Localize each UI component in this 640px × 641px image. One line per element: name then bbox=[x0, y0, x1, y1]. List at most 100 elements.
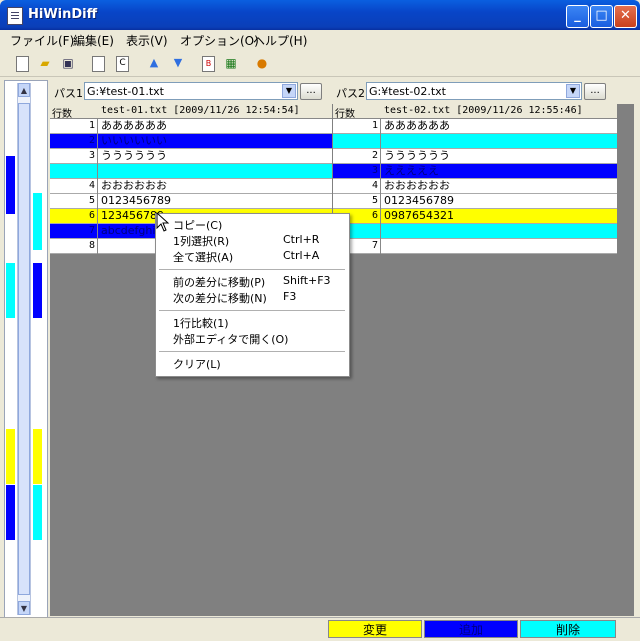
ctx-copy[interactable]: コピー(C) bbox=[156, 216, 349, 232]
maximize-button[interactable]: □ bbox=[590, 5, 613, 28]
right-row-text: ああああああ bbox=[384, 119, 450, 132]
close-button[interactable]: ✕ bbox=[614, 5, 637, 28]
diff-overview-map[interactable]: ▲ ▼ bbox=[4, 80, 48, 618]
excel-icon[interactable]: ▦ bbox=[223, 55, 239, 71]
ctx-open-external-label: 外部エディタで開く(O) bbox=[173, 333, 289, 346]
left-row-text bbox=[99, 164, 101, 179]
right-row-text: 0987654321 bbox=[384, 209, 454, 222]
save-icon[interactable]: ▣ bbox=[60, 55, 76, 71]
menu-edit[interactable]: 編集(E) bbox=[73, 32, 114, 49]
right-row[interactable]: 7 bbox=[333, 239, 617, 254]
menu-bar: ファイル(F) 編集(E) 表示(V) オプション(O) ヘルプ(H) bbox=[0, 30, 640, 49]
right-row[interactable]: 4 おおおおおお bbox=[333, 179, 617, 194]
app-icon bbox=[7, 7, 23, 25]
right-row[interactable]: 6 0987654321 bbox=[333, 209, 617, 224]
ctx-copy-label: コピー(C) bbox=[173, 219, 223, 232]
right-row-text bbox=[382, 134, 384, 149]
legend-deleted: 削除 bbox=[520, 620, 616, 638]
prev-diff-icon[interactable]: ▲ bbox=[146, 55, 162, 71]
menu-options[interactable]: オプション(O) bbox=[180, 32, 259, 49]
overview-map-block bbox=[6, 485, 15, 540]
ctx-open-external[interactable]: 外部エディタで開く(O) bbox=[156, 330, 349, 346]
ctx-separator bbox=[159, 269, 345, 270]
left-row[interactable]: 2 いいいいいい bbox=[50, 134, 332, 149]
menu-help[interactable]: ヘルプ(H) bbox=[253, 32, 307, 49]
scroll-thumb[interactable] bbox=[18, 103, 30, 595]
right-pane[interactable]: 行数 test-02.txt [2009/11/26 12:55:46] 1 ああ… bbox=[333, 104, 617, 254]
ctx-select-all[interactable]: 全て選択(A) Ctrl+A bbox=[156, 248, 349, 264]
status-bar: 変更 追加 削除 bbox=[0, 617, 640, 641]
path1-browse-button[interactable]: ... bbox=[300, 83, 322, 100]
left-row[interactable]: 3 うううううう bbox=[50, 149, 332, 164]
open-folder-icon[interactable]: ▰ bbox=[37, 55, 53, 71]
right-row-text: 0123456789 bbox=[384, 194, 454, 207]
next-diff-icon[interactable]: ▼ bbox=[170, 55, 186, 71]
copy-icon[interactable] bbox=[92, 56, 105, 72]
ctx-next-diff-shortcut: F3 bbox=[283, 290, 297, 303]
chevron-down-icon[interactable]: ▼ bbox=[566, 84, 580, 98]
ctx-select-all-label: 全て選択(A) bbox=[173, 251, 234, 264]
path2-label: パス2 bbox=[336, 87, 365, 100]
compare-icon[interactable]: C bbox=[116, 56, 129, 72]
right-row-text bbox=[382, 239, 384, 254]
ctx-line-compare-label: 1行比較(1) bbox=[173, 317, 229, 330]
settings-icon[interactable]: ● bbox=[254, 55, 270, 71]
left-row-number bbox=[50, 164, 98, 179]
right-row[interactable]: 5 0123456789 bbox=[333, 194, 617, 209]
menu-view[interactable]: 表示(V) bbox=[126, 32, 168, 49]
right-row[interactable]: 2 うううううう bbox=[333, 149, 617, 164]
new-file-icon[interactable] bbox=[16, 56, 29, 72]
ctx-prev-diff[interactable]: 前の差分に移動(P) Shift+F3 bbox=[156, 273, 349, 289]
scroll-up-button[interactable]: ▲ bbox=[18, 83, 30, 97]
overview-map-block bbox=[6, 429, 15, 484]
left-row-number: 7 bbox=[50, 224, 98, 239]
right-row-text: えええええ bbox=[384, 164, 439, 177]
left-row-text: abcdefghi bbox=[101, 224, 156, 237]
ctx-select-all-shortcut: Ctrl+A bbox=[283, 249, 320, 262]
ctx-line-compare[interactable]: 1行比較(1) bbox=[156, 314, 349, 330]
left-row-text: 0123456789 bbox=[101, 194, 171, 207]
left-row[interactable]: 1 ああああああ bbox=[50, 119, 332, 134]
path2-value: G:¥test-02.txt bbox=[369, 85, 446, 98]
context-menu: コピー(C) 1列選択(R) Ctrl+R 全て選択(A) Ctrl+A 前の差分に… bbox=[155, 213, 350, 377]
left-pane-header: 行数 test-01.txt [2009/11/26 12:54:54] bbox=[50, 104, 332, 120]
path1-row: パス1 G:¥test-01.txt ▼ ... bbox=[50, 82, 326, 102]
ctx-separator bbox=[159, 310, 345, 311]
left-row[interactable]: 4 おおおおおお bbox=[50, 179, 332, 194]
right-header-file: test-02.txt [2009/11/26 12:55:46] bbox=[384, 105, 583, 116]
ctx-select-column[interactable]: 1列選択(R) Ctrl+R bbox=[156, 232, 349, 248]
right-row-number: 2 bbox=[333, 149, 381, 164]
report-icon[interactable]: B bbox=[202, 56, 215, 72]
window-title: HiWinDiff bbox=[28, 7, 98, 22]
left-row-text: おおおおおお bbox=[101, 179, 167, 192]
ctx-prev-diff-label: 前の差分に移動(P) bbox=[173, 276, 266, 289]
right-row[interactable]: 1 ああああああ bbox=[333, 119, 617, 134]
right-row-number: 4 bbox=[333, 179, 381, 194]
menu-file[interactable]: ファイル(F) bbox=[10, 32, 74, 49]
overview-scrollbar[interactable]: ▲ ▼ bbox=[17, 83, 31, 615]
right-row[interactable] bbox=[333, 134, 617, 149]
left-row-text: うううううう bbox=[101, 149, 167, 162]
chevron-down-icon[interactable]: ▼ bbox=[282, 84, 296, 98]
overview-map-block bbox=[33, 429, 42, 484]
left-row-number: 3 bbox=[50, 149, 98, 164]
path2-row: パス2 G:¥test-02.txt ▼ ... bbox=[334, 82, 634, 102]
path2-browse-button[interactable]: ... bbox=[584, 83, 606, 100]
overview-map-block bbox=[6, 263, 15, 318]
right-row[interactable]: 3 えええええ bbox=[333, 164, 617, 179]
right-header-num: 行数 bbox=[335, 109, 355, 120]
ctx-next-diff[interactable]: 次の差分に移動(N) F3 bbox=[156, 289, 349, 305]
ctx-clear[interactable]: クリア(L) bbox=[156, 355, 349, 371]
minimize-button[interactable]: _ bbox=[566, 5, 589, 28]
left-row[interactable] bbox=[50, 164, 332, 179]
right-row[interactable] bbox=[333, 224, 617, 239]
title-bar[interactable]: HiWinDiff _ □ ✕ bbox=[0, 0, 640, 30]
path1-label: パス1 bbox=[54, 87, 83, 100]
left-row[interactable]: 5 0123456789 bbox=[50, 194, 332, 209]
app-window: HiWinDiff _ □ ✕ ファイル(F) 編集(E) 表示(V) オプショ… bbox=[0, 0, 640, 641]
overview-map-block bbox=[6, 156, 15, 214]
path1-combo[interactable]: G:¥test-01.txt ▼ bbox=[84, 82, 298, 100]
overview-map-block bbox=[33, 193, 42, 250]
scroll-down-button[interactable]: ▼ bbox=[18, 601, 30, 615]
path2-combo[interactable]: G:¥test-02.txt ▼ bbox=[366, 82, 582, 100]
